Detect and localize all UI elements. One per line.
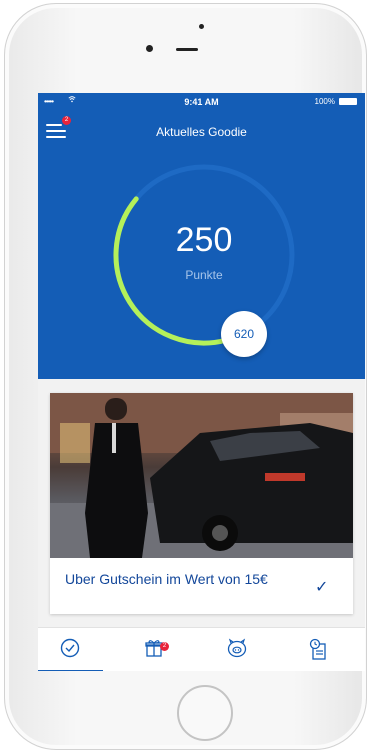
tab-rewards[interactable]: 2 xyxy=(122,628,186,671)
page-title: Aktuelles Goodie xyxy=(156,125,247,139)
target-points-badge[interactable]: 620 xyxy=(221,311,267,357)
battery-percent: 100% xyxy=(314,97,335,106)
goodie-title: Uber Gutschein im Wert von 15€ xyxy=(65,571,268,587)
earpiece-speaker xyxy=(176,48,198,51)
battery-icon xyxy=(339,98,357,105)
chauffeur-car-illustration xyxy=(50,393,353,558)
check-icon[interactable]: ✓ xyxy=(315,577,328,597)
status-bar: ••••• 9:41 AM 100% xyxy=(38,93,365,111)
front-sensor xyxy=(199,24,204,29)
points-label: Punkte xyxy=(185,268,223,282)
history-document-icon xyxy=(309,638,326,660)
goodie-card[interactable]: Uber Gutschein im Wert von 15€ ✓ xyxy=(50,393,353,614)
gift-badge: 2 xyxy=(160,642,169,651)
goodie-image xyxy=(50,393,353,558)
menu-badge: 2 xyxy=(62,116,71,125)
check-circle-icon xyxy=(60,638,80,658)
points-value: 250 xyxy=(175,221,233,259)
active-tab-indicator xyxy=(38,670,103,671)
app-screen: ••••• 9:41 AM 100% 2 Aktuelles Goodie 25… xyxy=(38,93,365,671)
front-camera xyxy=(146,45,153,52)
tab-history[interactable] xyxy=(286,628,350,671)
points-hero: ••••• 9:41 AM 100% 2 Aktuelles Goodie 25… xyxy=(38,93,365,379)
home-button[interactable] xyxy=(177,685,233,741)
phone-frame: ••••• 9:41 AM 100% 2 Aktuelles Goodie 25… xyxy=(4,3,367,750)
tab-savings[interactable] xyxy=(204,628,268,671)
piggy-bank-icon xyxy=(227,638,247,658)
tab-goodies[interactable] xyxy=(38,628,103,671)
tab-bar: 2 xyxy=(38,627,365,671)
